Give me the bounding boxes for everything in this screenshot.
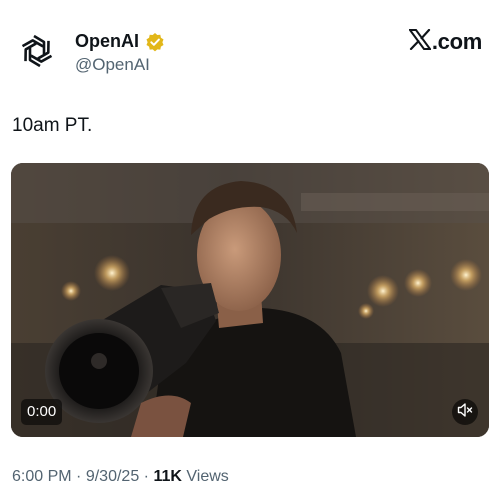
- x-brand[interactable]: .com: [407, 28, 482, 55]
- author-name[interactable]: OpenAI: [75, 31, 139, 51]
- post-date[interactable]: 9/30/25: [86, 468, 139, 485]
- openai-logo-icon[interactable]: [17, 31, 57, 71]
- gold-verified-badge-icon: [145, 32, 165, 52]
- tweet-metadata: 6:00 PM · 9/30/25 · 11K Views: [12, 466, 229, 488]
- x-brand-suffix: .com: [431, 29, 482, 54]
- post-time[interactable]: 6:00 PM: [12, 468, 72, 485]
- tweet-text: 10am PT.: [12, 115, 93, 136]
- tweet-header: OpenAI @OpenAI .com: [0, 0, 500, 90]
- separator: ·: [143, 468, 149, 485]
- author-handle[interactable]: @OpenAI: [75, 55, 150, 75]
- mute-button[interactable]: [452, 399, 478, 425]
- views-label: Views: [186, 468, 229, 485]
- views-count: 11K: [153, 468, 182, 485]
- separator: ·: [76, 468, 82, 485]
- video-player[interactable]: 0:00: [11, 163, 489, 437]
- video-time-badge: 0:00: [21, 399, 63, 425]
- speaker-muted-icon: [457, 402, 473, 423]
- x-logo-icon: [407, 28, 432, 55]
- video-frame-image: [11, 163, 489, 437]
